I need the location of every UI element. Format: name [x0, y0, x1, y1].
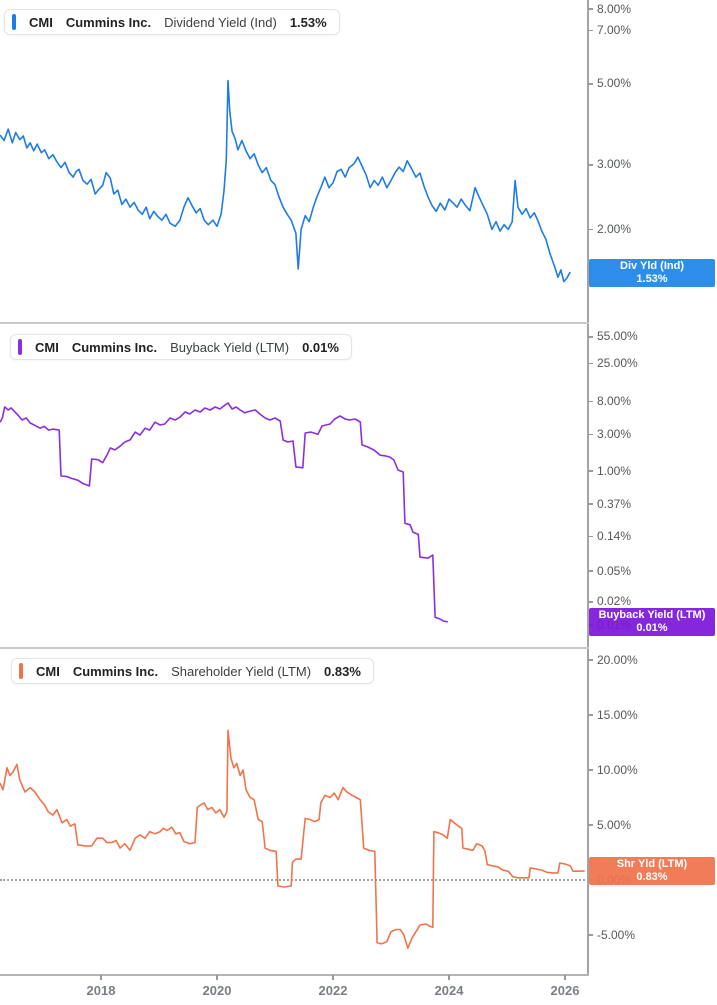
badge-label: Buyback Yield (LTM) [598, 609, 706, 622]
badge-label: Shr Yld (LTM) [616, 858, 688, 871]
y-axis-tick-label: 55.00% [597, 329, 638, 344]
x-axis-tick [564, 975, 566, 980]
y-axis-tick-label: 7.00% [597, 22, 632, 37]
ticker-symbol: CMI [36, 663, 60, 679]
metric-current-value: 1.53% [289, 14, 327, 30]
badge-label: Div Yld (Ind) [620, 259, 684, 272]
metric-current-value: 0.01% [302, 339, 339, 355]
y-axis-tick-label: 0.02% [597, 594, 632, 609]
metric-name: Buyback Yield (LTM) [170, 339, 290, 355]
ticker-symbol: CMI [29, 14, 53, 30]
y-axis-tick-label: 8.00% [597, 393, 632, 408]
y-axis-tick-label: 20.00% [597, 652, 638, 667]
y-axis-tick-label: 15.00% [597, 707, 638, 722]
series-color-bar [19, 663, 23, 679]
ticker-symbol: CMI [35, 339, 59, 355]
y-axis-tick-label: 0.05% [597, 563, 632, 578]
y-axis-tick-label: 10.00% [597, 762, 638, 777]
series-color-bar [12, 14, 16, 30]
y-axis-tick-label: 2.00% [597, 221, 632, 236]
metric-name: Dividend Yield (Ind) [164, 14, 277, 30]
y-axis-tick-label: 0.37% [597, 496, 632, 511]
multi-chart-stage: CMI Cummins Inc. Dividend Yield (Ind) 1.… [0, 0, 717, 1005]
x-axis-tick-label: 2022 [318, 983, 348, 998]
x-axis-tick [100, 975, 102, 980]
series-color-bar [18, 339, 22, 355]
last-value-badge-buyback-yield: Buyback Yield (LTM) 0.01% [589, 608, 715, 637]
y-axis-tick-label: 1.00% [597, 463, 632, 478]
series-line-0 [0, 79, 571, 283]
company-name: Cummins Inc. [72, 663, 159, 679]
x-axis-tick-label: 2024 [434, 983, 464, 998]
x-axis-tick-label: 2026 [550, 983, 580, 998]
y-axis-tick-label: 8.00% [597, 1, 632, 16]
last-value-badge-dividend-yield: Div Yld (Ind) 1.53% [589, 258, 715, 287]
badge-value: 1.53% [636, 272, 668, 285]
y-axis-tick-label: 3.00% [597, 157, 632, 172]
metric-current-value: 0.83% [324, 663, 361, 679]
y-axis-tick-label: 5.00% [597, 817, 632, 832]
x-axis-tick-label: 2020 [202, 983, 232, 998]
badge-value: 0.83% [636, 871, 668, 884]
metric-name: Shareholder Yield (LTM) [171, 663, 312, 679]
plot-area-2[interactable] [0, 647, 717, 974]
series-header-card-buyback-yield[interactable]: CMI Cummins Inc. Buyback Yield (LTM) 0.0… [10, 334, 352, 360]
company-name: Cummins Inc. [65, 14, 152, 30]
series-header-card-dividend-yield[interactable]: CMI Cummins Inc. Dividend Yield (Ind) 1.… [4, 9, 340, 35]
x-axis-tick [216, 975, 218, 980]
series-line-2 [0, 729, 585, 950]
y-axis-tick-label: 5.00% [597, 76, 632, 91]
company-name: Cummins Inc. [71, 339, 158, 355]
badge-value: 0.01% [636, 622, 668, 635]
x-axis-tick [332, 975, 334, 980]
y-axis-tick-label: -5.00% [597, 927, 636, 942]
x-axis-tick-label: 2018 [86, 983, 116, 998]
last-value-badge-shareholder-yield: Shr Yld (LTM) 0.83% [589, 857, 715, 886]
series-header-card-shareholder-yield[interactable]: CMI Cummins Inc. Shareholder Yield (LTM)… [11, 658, 374, 684]
y-axis-tick-label: 0.14% [597, 529, 632, 544]
series-line-1 [0, 402, 448, 623]
x-axis-tick [448, 975, 450, 980]
y-axis-tick-label: 25.00% [597, 355, 638, 370]
y-axis-tick-label: 3.00% [597, 426, 632, 441]
